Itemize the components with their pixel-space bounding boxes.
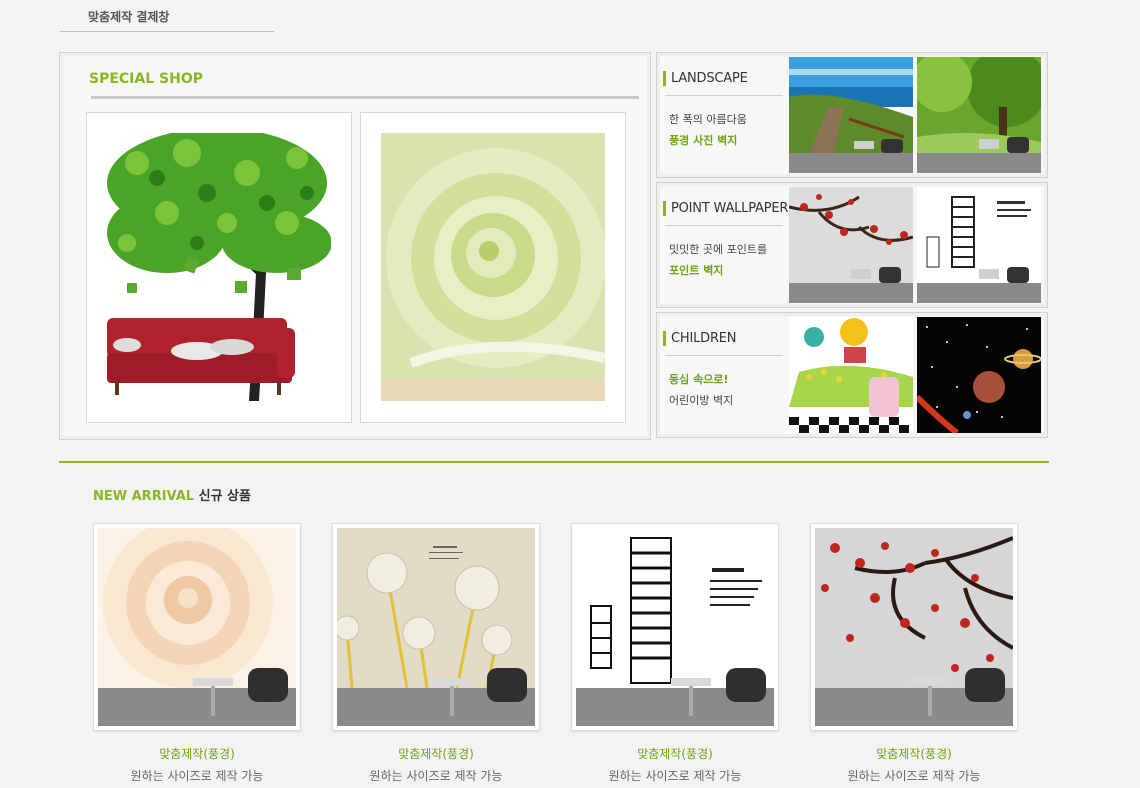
category-rule bbox=[665, 225, 783, 226]
category-link[interactable]: 포인트 벽지 bbox=[669, 262, 723, 278]
new-arrival-heading-ko: 신규 상품 bbox=[198, 489, 251, 504]
category-rule bbox=[665, 355, 783, 356]
product-label[interactable]: 맞춤제작(풍경) bbox=[93, 745, 301, 762]
category-landscape[interactable]: LANDSCAPE 한 폭의 아름다움 풍경 사진 벽지 bbox=[656, 52, 1048, 178]
category-point-wallpaper[interactable]: POINT WALLPAPER 밋밋한 곳에 포인트를 포인트 벽지 bbox=[656, 182, 1048, 308]
category-title[interactable]: POINT WALLPAPER bbox=[663, 201, 788, 216]
special-shop-panel: SPECIAL SHOP bbox=[59, 52, 651, 440]
title-underline bbox=[60, 31, 274, 32]
special-shop-heading: SPECIAL SHOP bbox=[89, 71, 203, 87]
point-zebra-thumb[interactable] bbox=[917, 187, 1041, 303]
product-image-blossom[interactable] bbox=[815, 528, 1013, 726]
landscape-coast-thumb[interactable] bbox=[789, 57, 913, 173]
category-desc: 한 폭의 아름다움 bbox=[669, 113, 747, 126]
special-shop-rule bbox=[91, 96, 639, 99]
product-desc: 원하는 사이즈로 제작 가능 bbox=[369, 769, 503, 783]
category-link[interactable]: 풍경 사진 벽지 bbox=[669, 132, 737, 148]
category-title[interactable]: LANDSCAPE bbox=[663, 71, 783, 86]
product-card[interactable] bbox=[810, 523, 1018, 731]
product-desc: 원하는 사이즈로 제작 가능 bbox=[608, 769, 742, 783]
product-image-dandelion[interactable] bbox=[337, 528, 535, 726]
category-desc[interactable]: 동심 속으로! bbox=[669, 371, 728, 387]
special-item-tree-sofa[interactable] bbox=[86, 112, 352, 423]
children-space-thumb[interactable] bbox=[917, 317, 1041, 433]
product-image-zebra[interactable] bbox=[576, 528, 774, 726]
new-arrival-heading: NEW ARRIVAL 신규 상품 bbox=[93, 485, 251, 504]
product-card[interactable] bbox=[93, 523, 301, 731]
category-rule bbox=[665, 95, 783, 96]
category-children[interactable]: CHILDREN 동심 속으로! 어린이방 벽지 bbox=[656, 312, 1048, 438]
category-link: 어린이방 벽지 bbox=[669, 394, 734, 407]
section-divider bbox=[59, 461, 1049, 463]
category-title[interactable]: CHILDREN bbox=[663, 331, 783, 346]
category-desc: 밋밋한 곳에 포인트를 bbox=[669, 243, 768, 256]
product-image-rose[interactable] bbox=[98, 528, 296, 726]
product-label[interactable]: 맞춤제작(풍경) bbox=[571, 745, 779, 762]
landscape-park-thumb[interactable] bbox=[917, 57, 1041, 173]
tree-sofa-image[interactable] bbox=[107, 133, 331, 401]
point-blossom-thumb[interactable] bbox=[789, 187, 913, 303]
product-desc: 원하는 사이즈로 제작 가능 bbox=[847, 769, 981, 783]
product-label[interactable]: 맞춤제작(풍경) bbox=[332, 745, 540, 762]
new-arrival-heading-en: NEW ARRIVAL bbox=[93, 489, 195, 504]
children-balloon-thumb[interactable] bbox=[789, 317, 913, 433]
product-label[interactable]: 맞춤제작(풍경) bbox=[810, 745, 1018, 762]
product-card[interactable] bbox=[332, 523, 540, 731]
page-title: 맞춤제작 결제창 bbox=[88, 10, 170, 24]
product-desc: 원하는 사이즈로 제작 가능 bbox=[130, 769, 264, 783]
special-item-green-rose[interactable] bbox=[360, 112, 626, 423]
green-rose-image[interactable] bbox=[381, 133, 605, 401]
product-card[interactable] bbox=[571, 523, 779, 731]
